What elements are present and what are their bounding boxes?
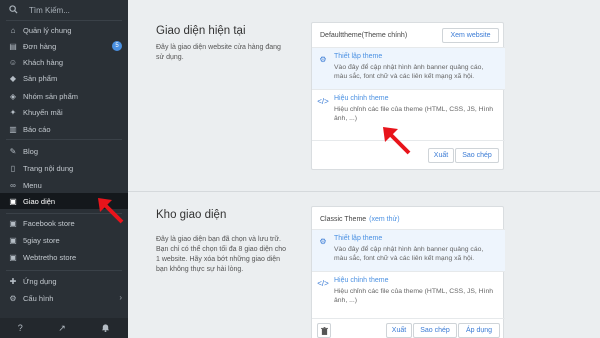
sidebar-item-label: Trang nội dung	[23, 163, 74, 173]
sidebar-item-label: Khuyến mãi	[23, 107, 63, 117]
bell-icon[interactable]	[101, 323, 110, 334]
sidebar-item-reports[interactable]: ▥ Báo cáo	[0, 121, 128, 137]
dashboard-icon: ⌂	[10, 25, 16, 35]
sidebar-item-label: Khách hàng	[23, 57, 64, 67]
card-header: Classic Theme (xem thử)	[312, 207, 503, 231]
copy-button[interactable]: Sao chép	[455, 148, 499, 163]
sidebar-item-label: Webtretho store	[23, 252, 77, 262]
sidebar-item-orders[interactable]: ▤ Đơn hàng 5	[0, 38, 128, 54]
sidebar-item-label: Đơn hàng	[23, 41, 57, 51]
theme-setup-link[interactable]: Thiết lập theme	[334, 53, 382, 60]
product-groups-icon: ◈	[9, 91, 17, 101]
content-page-icon: ▯	[10, 163, 16, 173]
chevron-right-icon: ›	[119, 293, 122, 302]
sidebar-item-blog[interactable]: ✎ Blog	[0, 143, 128, 159]
theme-edit-description: Hiệu chỉnh các file của theme (HTML, CSS…	[334, 106, 494, 122]
export-button[interactable]: Xuất	[386, 323, 412, 338]
theme-edit-link[interactable]: Hiệu chỉnh theme	[334, 95, 388, 102]
theme-setup-link[interactable]: Thiết lập theme	[334, 235, 382, 242]
sidebar-item-5giay-store[interactable]: ▣ 5giay store	[0, 232, 128, 248]
gear-icon: ⚙	[319, 54, 327, 64]
theme-name: Defaulttheme(Theme chính)	[320, 31, 408, 39]
section-divider	[128, 191, 600, 192]
code-icon: </>	[317, 96, 329, 106]
code-icon: </>	[317, 278, 329, 288]
sidebar-item-label: Blog	[23, 146, 39, 156]
theme-setup-row[interactable]: ⚙ Thiết lập theme Vào đây để cập nhật hì…	[312, 229, 505, 271]
theme-setup-description: Vào đây để cập nhật hình ảnh banner quản…	[334, 246, 484, 262]
sidebar-item-settings[interactable]: ⚙ Cấu hình ›	[0, 290, 128, 306]
theme-setup-row[interactable]: ⚙ Thiết lập theme Vào đây để cập nhật hì…	[312, 47, 505, 89]
orders-icon: ▤	[9, 41, 17, 51]
sidebar-item-webtretho-store[interactable]: ▣ Webtretho store	[0, 249, 128, 265]
sidebar-item-content-pages[interactable]: ▯ Trang nội dung	[0, 160, 128, 176]
sidebar-item-label: Facebook store	[23, 218, 75, 228]
sidebar-item-promotion[interactable]: ✦ Khuyến mãi	[0, 104, 128, 120]
export-button[interactable]: Xuất	[428, 148, 454, 163]
sidebar-item-label: Sản phẩm	[23, 73, 58, 83]
annotation-arrow-edit-theme	[383, 127, 411, 155]
sidebar-item-label: Quản lý chung	[23, 25, 72, 35]
apps-icon: ✚	[9, 276, 17, 286]
theme-setup-description: Vào đây để cập nhật hình ảnh banner quản…	[334, 64, 484, 80]
divider	[6, 20, 122, 21]
current-theme-title: Giao diện hiện tại	[156, 25, 246, 37]
store-icon: ▣	[9, 235, 17, 245]
gear-icon: ⚙	[319, 236, 327, 246]
apply-button[interactable]: Áp dụng	[458, 323, 500, 338]
theme-edit-description: Hiệu chỉnh các file của theme (HTML, CSS…	[334, 288, 494, 304]
theme-store-description: Đây là giao diện bạn đã chọn và lưu trữ.…	[156, 236, 286, 273]
facebook-icon: ▣	[9, 218, 17, 228]
orders-count-badge: 5	[112, 41, 122, 51]
customers-icon: ☺	[8, 57, 18, 67]
current-theme-description: Đây là giao diện website cửa hàng đang s…	[156, 44, 281, 61]
store-icon: ▣	[9, 252, 17, 262]
sidebar-item-products[interactable]: ◆ Sản phẩm	[0, 70, 128, 86]
sidebar-item-menu[interactable]: ∞ Menu	[0, 177, 128, 193]
sidebar-footer: ? ↗	[0, 318, 128, 338]
annotation-arrow-sidebar	[98, 198, 124, 224]
settings-icon: ⚙	[9, 293, 17, 303]
sidebar-item-label: Menu	[23, 180, 42, 190]
sidebar-item-apps[interactable]: ✚ Ứng dụng	[0, 273, 128, 289]
divider	[6, 270, 122, 271]
sidebar-item-label: Giao diện	[23, 196, 56, 206]
products-icon: ◆	[9, 73, 17, 83]
sidebar-item-label: Nhóm sản phẩm	[23, 91, 79, 101]
sidebar-item-label: Báo cáo	[23, 124, 51, 134]
search-icon	[9, 4, 19, 16]
theme-store-title: Kho giao diện	[156, 209, 227, 221]
preview-link[interactable]: (xem thử)	[369, 216, 399, 223]
help-icon[interactable]: ?	[18, 323, 23, 333]
copy-button[interactable]: Sao chép	[413, 323, 457, 338]
blog-icon: ✎	[9, 146, 17, 156]
trash-icon[interactable]	[317, 323, 331, 338]
report-icon: ▥	[9, 124, 17, 134]
search-placeholder[interactable]: Tìm Kiếm...	[29, 6, 70, 15]
sidebar-item-dashboard[interactable]: ⌂ Quản lý chung	[0, 22, 128, 38]
divider	[6, 139, 122, 140]
sidebar-item-label: 5giay store	[23, 235, 60, 245]
view-website-button[interactable]: Xem website	[442, 28, 499, 43]
external-link-icon[interactable]: ↗	[58, 323, 66, 334]
theme-name: Classic Theme	[320, 215, 367, 223]
sidebar: Tìm Kiếm... ⌂ Quản lý chung ▤ Đơn hàng 5…	[0, 0, 128, 338]
theme-edit-row[interactable]: </> Hiệu chỉnh theme Hiệu chỉnh các file…	[312, 271, 505, 317]
sidebar-item-customers[interactable]: ☺ Khách hàng	[0, 54, 128, 70]
sidebar-item-label: Cấu hình	[23, 293, 54, 303]
promotion-icon: ✦	[9, 107, 17, 117]
theme-edit-link[interactable]: Hiệu chỉnh theme	[334, 277, 388, 284]
theme-icon: ▣	[9, 196, 17, 206]
sidebar-search[interactable]: Tìm Kiếm...	[0, 0, 128, 20]
sidebar-item-product-groups[interactable]: ◈ Nhóm sản phẩm	[0, 88, 128, 104]
sidebar-item-label: Ứng dụng	[23, 276, 57, 286]
menu-link-icon: ∞	[10, 180, 16, 190]
classic-theme-card: Classic Theme (xem thử) ⚙ Thiết lập them…	[311, 206, 505, 338]
